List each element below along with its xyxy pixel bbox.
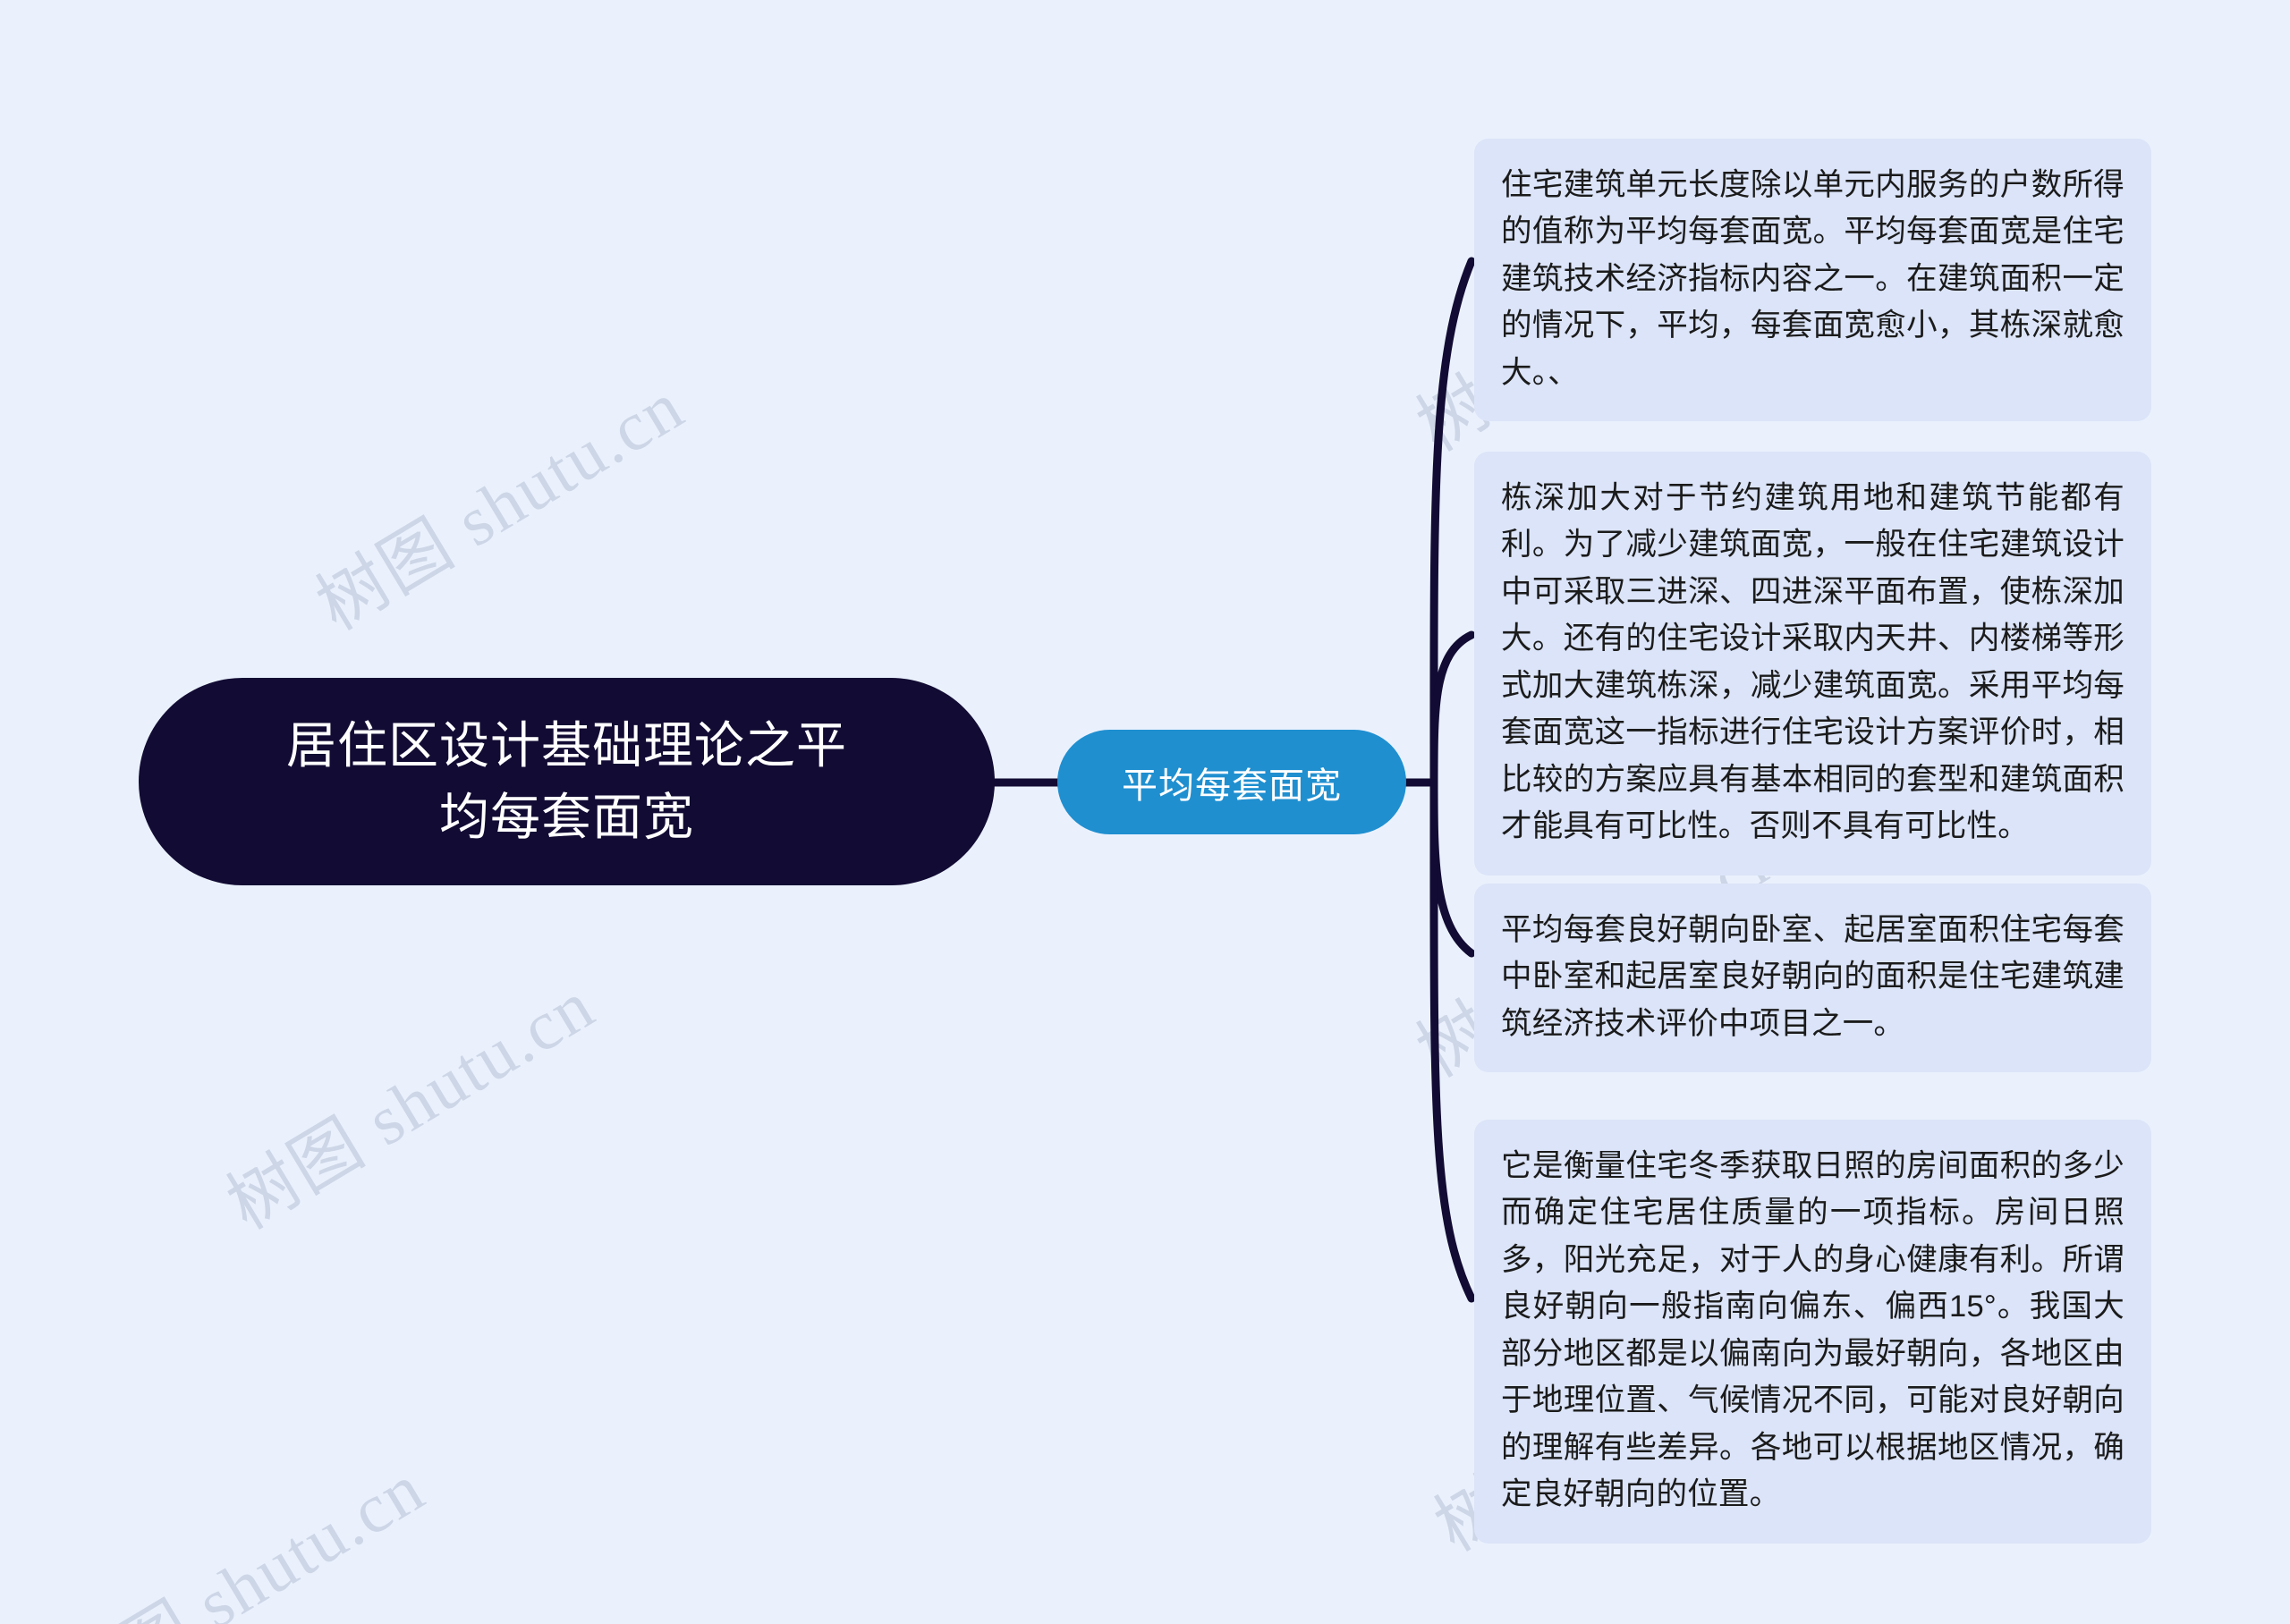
leaf-node[interactable]: 它是衡量住宅冬季获取日照的房间面积的多少而确定住宅居住质量的一项指标。房间日照多…	[1474, 1120, 2151, 1544]
leaf-node[interactable]: 栋深加大对于节约建筑用地和建筑节能都有利。为了减少建筑面宽，一般在住宅建筑设计中…	[1474, 452, 2151, 875]
root-node-label: 居住区设计基础理论之平 均每套面宽	[286, 717, 847, 845]
connector-branch-3	[1429, 778, 1476, 1303]
connector-branch-1	[1429, 630, 1476, 787]
watermark: 树图 shutu.cn	[214, 965, 607, 1244]
connector-branch-2	[1429, 778, 1476, 958]
root-node[interactable]: 居住区设计基础理论之平 均每套面宽	[139, 678, 995, 885]
leaf-node[interactable]: 住宅建筑单元长度除以单元内服务的户数所得的值称为平均每套面宽。平均每套面宽是住宅…	[1474, 139, 2151, 422]
leaf-node-text: 平均每套良好朝向卧室、起居室面积住宅每套中卧室和起居室良好朝向的面积是住宅建筑建…	[1501, 913, 2125, 1041]
mindmap-canvas: 树图 shutu.cn 树图 shutu.cn 树图 shutu.cn 树图 s…	[0, 0, 2290, 1624]
connector-branch-0	[1429, 257, 1476, 787]
leaf-node-text: 它是衡量住宅冬季获取日照的房间面积的多少而确定住宅居住质量的一项指标。房间日照多…	[1501, 1149, 2125, 1512]
leaf-node-text: 住宅建筑单元长度除以单元内服务的户数所得的值称为平均每套面宽。平均每套面宽是住宅…	[1501, 168, 2125, 390]
topic-node-label: 平均每套面宽	[1122, 765, 1342, 806]
topic-node[interactable]: 平均每套面宽	[1057, 730, 1406, 834]
leaf-node[interactable]: 平均每套良好朝向卧室、起居室面积住宅每套中卧室和起居室良好朝向的面积是住宅建筑建…	[1474, 884, 2151, 1073]
leaf-node-text: 栋深加大对于节约建筑用地和建筑节能都有利。为了减少建筑面宽，一般在住宅建筑设计中…	[1501, 481, 2125, 844]
watermark: 树图 shutu.cn	[303, 366, 697, 645]
watermark: 树图 shutu.cn	[44, 1448, 437, 1624]
